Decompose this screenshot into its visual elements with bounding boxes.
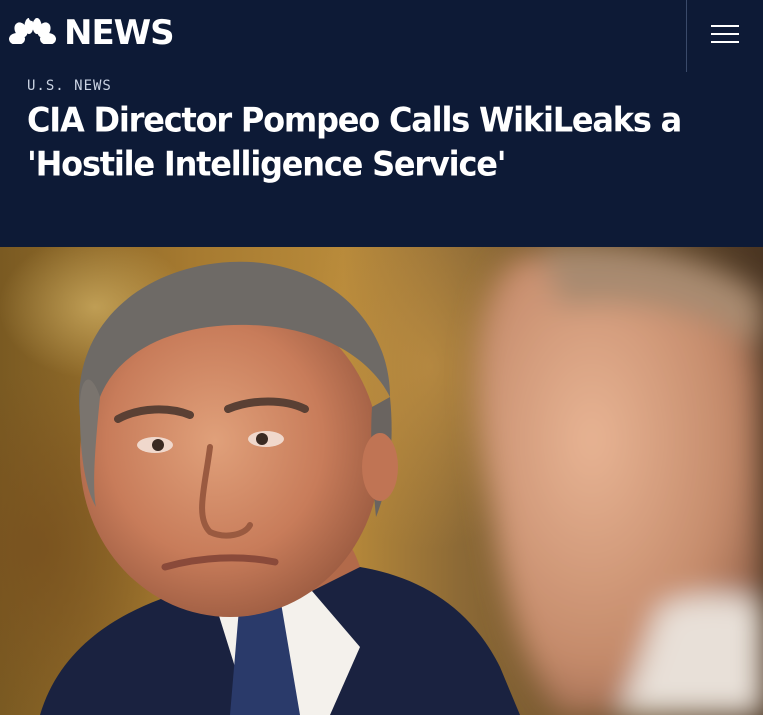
header-divider	[686, 0, 687, 72]
hero-image[interactable]	[0, 247, 763, 715]
hamburger-menu-icon	[711, 24, 739, 44]
site-header: NEWS	[0, 0, 763, 72]
article-header: U.S. NEWS CIA Director Pompeo Calls Wiki…	[0, 72, 763, 247]
nbc-news-logo[interactable]: NEWS	[8, 13, 175, 53]
menu-button[interactable]	[700, 16, 750, 52]
brand-wordmark: NEWS	[64, 13, 175, 53]
photo-illustration	[40, 247, 763, 715]
section-label[interactable]: U.S. NEWS	[27, 78, 112, 94]
peacock-icon	[8, 18, 56, 48]
article-title: CIA Director Pompeo Calls WikiLeaks a 'H…	[27, 100, 682, 185]
